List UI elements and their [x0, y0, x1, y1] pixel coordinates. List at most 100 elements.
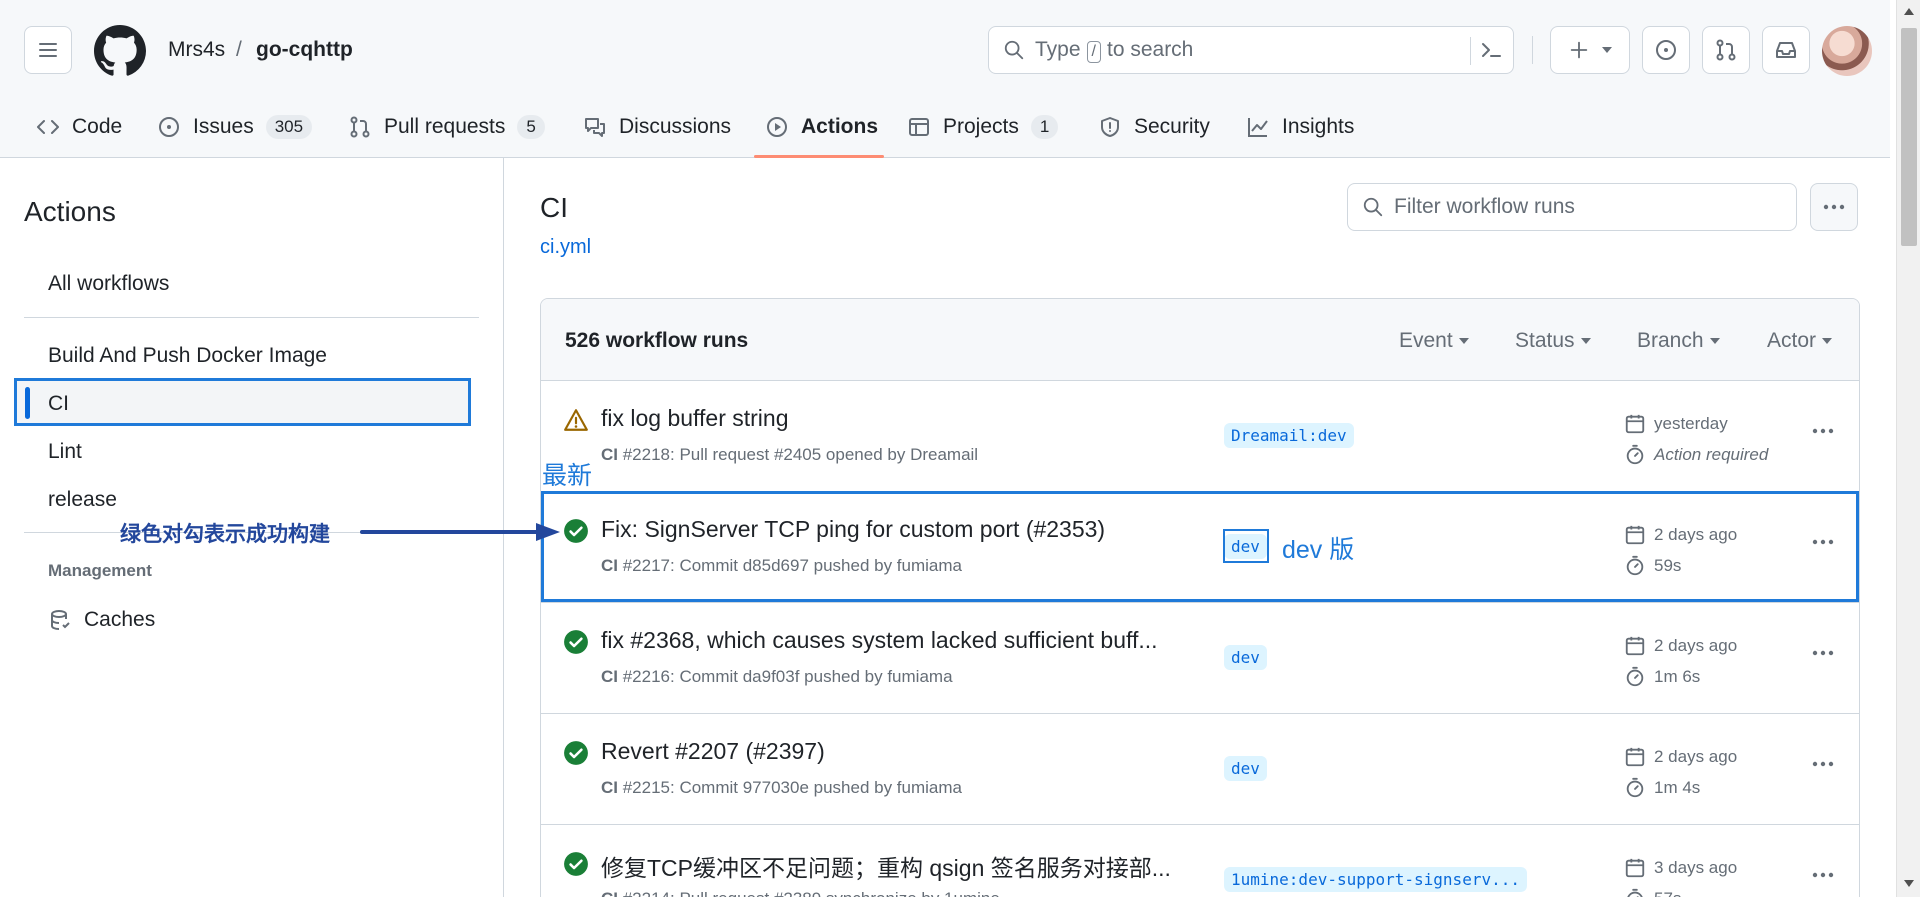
database-icon	[51, 610, 70, 630]
workflow-run-row[interactable]: 修复TCP缓冲区不足问题；重构 qsign 签名服务对接部... CI #221…	[541, 825, 1859, 897]
tab-code[interactable]: Code	[36, 96, 122, 158]
alert-icon	[564, 409, 588, 431]
run-duration: 1m 4s	[1624, 777, 1700, 799]
breadcrumb-separator: /	[236, 38, 242, 61]
calendar-icon	[1625, 747, 1645, 767]
branch-filter-dropdown[interactable]: Branch	[1637, 329, 1720, 353]
run-options-button[interactable]	[1803, 861, 1843, 889]
tab-issues[interactable]: Issues 305	[157, 96, 313, 158]
workflow-title: CI	[540, 192, 568, 223]
run-options-button[interactable]	[1803, 750, 1843, 778]
workflow-run-row[interactable]: Revert #2207 (#2397) CI #2215: Commit 97…	[541, 714, 1859, 825]
run-meta: CI #2214: Pull request #2389 synchronize…	[601, 889, 1000, 897]
sidebar-item-release[interactable]: release	[48, 488, 117, 512]
global-search-input[interactable]: Type / to search	[988, 26, 1514, 74]
page-scrollbar[interactable]	[1896, 0, 1920, 897]
breadcrumb-owner[interactable]: Mrs4s	[168, 38, 225, 62]
actor-filter-dropdown[interactable]: Actor	[1767, 329, 1833, 353]
github-logo-icon[interactable]	[94, 25, 146, 77]
breadcrumb-repo[interactable]: go-cqhttp	[256, 38, 353, 62]
pull-requests-button[interactable]	[1702, 26, 1750, 74]
chevron-down-icon	[1709, 338, 1720, 344]
tab-projects-label: Projects	[943, 115, 1019, 138]
tab-pull-requests-count: 5	[517, 115, 545, 139]
run-title[interactable]: 修复TCP缓冲区不足问题；重构 qsign 签名服务对接部...	[601, 849, 1171, 883]
annotation-check-meaning: 绿色对勾表示成功构建	[120, 523, 330, 546]
workflow-run-row[interactable]: fix #2368, which causes system lacked su…	[541, 603, 1859, 714]
sidebar-item-caches[interactable]: Caches	[48, 608, 155, 632]
plus-icon	[1570, 41, 1588, 59]
calendar-icon	[1625, 858, 1645, 878]
graph-icon	[1248, 118, 1268, 137]
chevron-down-icon	[1580, 338, 1591, 344]
chevron-down-icon	[1602, 47, 1612, 53]
scroll-down-arrow-icon[interactable]	[1904, 880, 1914, 887]
scrollbar-thumb[interactable]	[1901, 28, 1917, 246]
runs-count: 526 workflow runs	[565, 329, 749, 352]
tab-insights[interactable]: Insights	[1246, 96, 1354, 158]
run-options-button[interactable]	[1803, 639, 1843, 667]
scroll-up-arrow-icon[interactable]	[1904, 8, 1914, 15]
kebab-horizontal-icon	[1812, 872, 1834, 878]
filter-workflow-runs-input[interactable]: Filter workflow runs	[1347, 183, 1797, 231]
inbox-button[interactable]	[1762, 26, 1810, 74]
run-meta: CI #2215: Commit 977030e pushed by fumia…	[601, 778, 962, 797]
tab-discussions[interactable]: Discussions	[583, 96, 731, 158]
sidebar-divider	[24, 317, 479, 318]
tab-security[interactable]: Security	[1098, 96, 1210, 158]
run-date: 2 days ago	[1624, 746, 1737, 768]
check-circle-icon	[564, 852, 588, 876]
create-new-button[interactable]	[1550, 26, 1630, 74]
tab-pull-requests[interactable]: Pull requests 5	[348, 96, 545, 158]
sidebar-item-build-and-push-docker-image[interactable]: Build And Push Docker Image	[48, 344, 327, 368]
tab-discussions-label: Discussions	[619, 115, 732, 138]
runs-list-header: 526 workflow runs Event Status Branch Ac…	[541, 299, 1859, 381]
user-avatar[interactable]	[1822, 26, 1872, 76]
discussion-icon	[585, 118, 605, 137]
tab-insights-label: Insights	[1282, 115, 1355, 138]
check-circle-icon	[564, 630, 588, 654]
run-options-button[interactable]	[1803, 417, 1843, 445]
run-title[interactable]: fix log buffer string	[601, 405, 789, 432]
workflow-file-link[interactable]: ci.yml	[540, 236, 591, 259]
branch-label[interactable]: 1umine:dev-support-signserv...	[1224, 867, 1527, 892]
check-circle-icon	[564, 741, 588, 765]
annotation-branch-box	[1223, 529, 1269, 563]
hamburger-icon	[39, 43, 57, 57]
tab-projects-count: 1	[1030, 115, 1059, 139]
stopwatch-icon	[1626, 777, 1644, 798]
pull-request-icon	[1716, 39, 1736, 61]
sidebar-item-lint[interactable]: Lint	[48, 440, 82, 464]
tab-pull-requests-label: Pull requests	[384, 115, 506, 138]
sidebar-item-all-workflows[interactable]: All workflows	[48, 272, 169, 296]
tab-code-label: Code	[72, 115, 123, 138]
run-title[interactable]: Revert #2207 (#2397)	[601, 738, 825, 765]
search-icon	[1004, 40, 1024, 60]
sidebar-ci-highlight	[14, 378, 471, 426]
play-icon	[767, 117, 787, 137]
command-palette-icon[interactable]	[1479, 38, 1503, 62]
branch-label[interactable]: dev	[1224, 756, 1267, 781]
stopwatch-icon	[1626, 666, 1644, 687]
inbox-icon	[1776, 42, 1796, 58]
search-divider	[1470, 37, 1471, 65]
run-duration: Action required	[1624, 444, 1768, 466]
tab-actions[interactable]: Actions	[765, 96, 878, 158]
tab-projects[interactable]: Projects 1	[907, 96, 1059, 158]
run-title[interactable]: fix #2368, which causes system lacked su…	[601, 627, 1158, 654]
app-header: Mrs4s / go-cqhttp Type/to search Code	[0, 0, 1890, 158]
page-root: Mrs4s / go-cqhttp Type/to search Code	[0, 0, 1920, 897]
workflow-options-button[interactable]	[1810, 183, 1858, 231]
event-filter-dropdown[interactable]: Event	[1399, 329, 1469, 353]
branch-label[interactable]: Dreamail:dev	[1224, 423, 1354, 448]
code-icon	[37, 120, 59, 134]
hamburger-menu-button[interactable]	[24, 26, 72, 74]
sidebar-item-ci[interactable]: CI	[48, 392, 69, 416]
sidebar-item-caches-label: Caches	[84, 608, 156, 631]
shield-icon	[1101, 117, 1119, 137]
status-filter-dropdown[interactable]: Status	[1515, 329, 1591, 353]
active-tab-indicator	[754, 155, 884, 158]
workflow-run-row[interactable]: fix log buffer string CI #2218: Pull req…	[541, 381, 1859, 492]
branch-label[interactable]: dev	[1224, 645, 1267, 670]
issues-button[interactable]	[1642, 26, 1690, 74]
